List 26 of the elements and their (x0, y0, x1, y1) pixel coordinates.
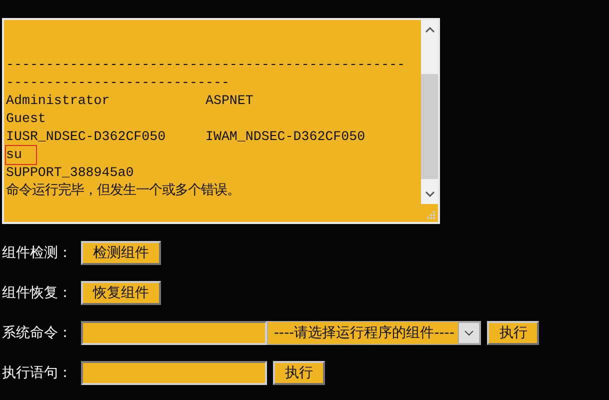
field-label: 系统命令： (2, 324, 73, 342)
output-line: ---------------------------- (6, 74, 230, 92)
output-line: SUPPORT_388945a0 (6, 164, 134, 182)
field-label: 组件恢复： (2, 284, 73, 302)
output-line: Guest (6, 110, 46, 128)
highlighted-output-line: su (6, 146, 36, 164)
output-line: -------------------------------------------------- (6, 56, 405, 74)
resize-grip-icon[interactable] (426, 210, 436, 220)
scrollbar-thumb[interactable] (421, 74, 438, 179)
component-select[interactable]: ----请选择运行程序的组件---- (267, 321, 482, 345)
field-label: 执行语句： (2, 364, 73, 382)
output-line: Administrator ASPNET (6, 92, 254, 110)
execute-button[interactable]: 执行 (487, 321, 540, 345)
output-textarea[interactable]: -------------------------------------------------- ---------------------------- Administrator ASPNET Guest IUSR_NDSEC-D362CF050 IWAM_NDSEC-D362CF050 su SUPPORT_388945a0 命令运行完毕，但发生一个或多个错误。 (2, 18, 440, 224)
command-input[interactable] (81, 321, 267, 345)
execute-button[interactable]: 执行 (273, 361, 325, 385)
field-label: 组件检测： (2, 244, 73, 262)
action-button[interactable]: 恢复组件 (81, 281, 161, 305)
output-line: 命令运行完毕，但发生一个或多个错误。 (6, 182, 240, 200)
action-button[interactable]: 检测组件 (81, 241, 161, 265)
statement-input[interactable] (81, 361, 267, 385)
scroll-up-icon[interactable] (424, 25, 434, 35)
scroll-down-icon[interactable] (424, 189, 434, 199)
output-line: IUSR_NDSEC-D362CF050 IWAM_NDSEC-D362CF050 (6, 128, 366, 146)
scrollbar[interactable] (421, 20, 438, 204)
dropdown-caret-icon[interactable] (458, 322, 480, 344)
